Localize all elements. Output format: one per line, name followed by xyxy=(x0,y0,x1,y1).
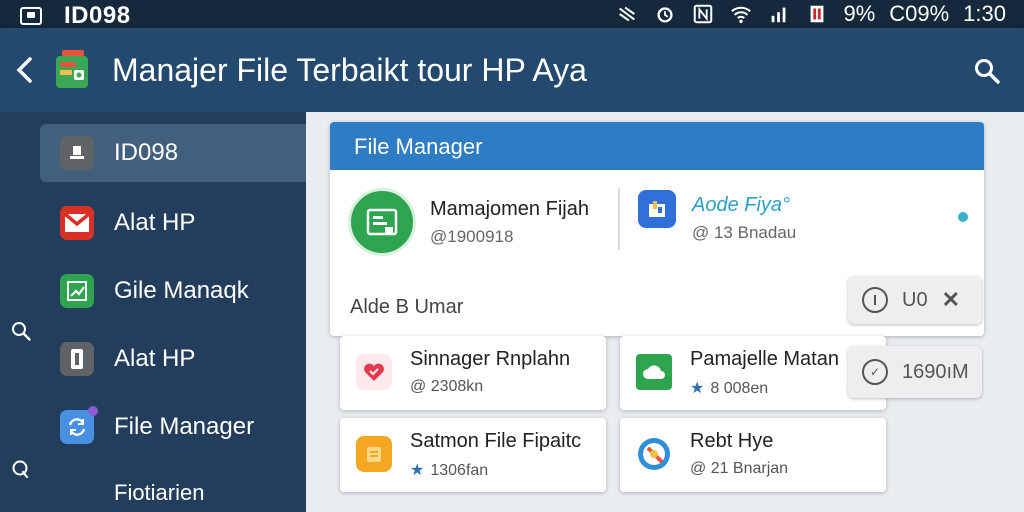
sidebar-item-file-manager[interactable]: Gile Manaqk xyxy=(40,262,306,320)
main-content: File Manager Mamajomen Fijah @1900918 Ao… xyxy=(306,112,1024,512)
entry-title: Aode Fiya° xyxy=(692,194,791,216)
more-dot-icon[interactable] xyxy=(958,212,968,222)
chip-timer[interactable]: ✓ 1690ıM xyxy=(848,346,982,398)
tile-item[interactable]: Rebt Hye @ 21 Bnarjan xyxy=(620,418,886,492)
tile-subtitle: ★ 1306fan xyxy=(410,462,489,479)
tile-item[interactable]: Pamajelle Matan ★ 8 008en xyxy=(620,336,886,410)
compass-icon xyxy=(636,436,672,472)
tile-subtitle: @ 21 Bnarjan xyxy=(690,460,789,477)
signal-icon xyxy=(767,3,791,25)
entry-subtitle: @ 13 Bnadau xyxy=(692,223,797,242)
battery-percent-secondary: C09% xyxy=(889,1,950,26)
status-title: ID098 xyxy=(64,2,131,29)
archive-icon xyxy=(60,136,94,170)
close-icon[interactable]: ✕ xyxy=(942,287,960,313)
status-bar: ID098 9% C09% 1:30 xyxy=(0,0,1024,29)
entry-secondary[interactable]: Aode Fiya° @ 13 Bnadau xyxy=(638,189,797,243)
card-header: File Manager xyxy=(330,122,984,170)
search-icon[interactable] xyxy=(8,318,34,344)
sidebar: ID098 Alat HP Gile Manaqk Alat HP File M… xyxy=(0,112,306,512)
info-icon xyxy=(60,342,94,376)
alarm-icon xyxy=(653,3,677,25)
sidebar-item-label: Alat HP xyxy=(114,209,196,236)
image-icon xyxy=(20,7,42,25)
mail-icon xyxy=(60,206,94,240)
search-icon[interactable] xyxy=(8,456,34,482)
entry-primary[interactable]: Mamajomen Fijah @1900918 xyxy=(348,188,589,256)
tile-subtitle: @ 2308kn xyxy=(410,378,484,395)
sidebar-item-partial[interactable]: Fiotiarien xyxy=(40,480,306,512)
tile-title: Sinnager Rnplahn xyxy=(410,348,571,370)
wifi-icon xyxy=(729,3,753,25)
chevron-left-icon xyxy=(16,57,32,83)
battery-icon xyxy=(805,3,829,25)
folder-icon xyxy=(356,436,392,472)
sidebar-item-alat-hp[interactable]: Alat HP xyxy=(40,194,306,252)
folder-manager-icon xyxy=(348,188,416,256)
app-logo-icon xyxy=(52,48,92,92)
star-icon: ★ xyxy=(690,380,705,397)
heart-icon xyxy=(356,354,392,390)
tile-item[interactable]: Satmon File Fipaitc ★ 1306fan xyxy=(340,418,606,492)
sidebar-item-alat-hp-2[interactable]: Alat HP xyxy=(40,330,306,388)
chip-label: 1690ıM xyxy=(902,360,969,383)
search-button[interactable] xyxy=(970,54,1004,88)
page-title: Manajer File Terbaikt tour HP Aya xyxy=(112,52,587,88)
chip-label: U0 xyxy=(902,288,928,311)
tile-item[interactable]: Sinnager Rnplahn @ 2308kn xyxy=(340,336,606,410)
entry-subtitle: @1900918 xyxy=(430,226,514,246)
star-icon: ★ xyxy=(410,462,425,479)
vibrate-icon xyxy=(615,3,639,25)
tile-title: Rebt Hye xyxy=(690,430,774,452)
file-manager-card: File Manager Mamajomen Fijah @1900918 Ao… xyxy=(330,122,984,336)
clock-icon: ✓ xyxy=(862,359,888,385)
back-button[interactable] xyxy=(8,52,42,88)
power-icon xyxy=(862,287,888,313)
entry-title: Mamajomen Fijah xyxy=(430,197,589,220)
tile-title: Pamajelle Matan xyxy=(690,348,839,370)
tile-title: Satmon File Fipaitc xyxy=(410,430,582,452)
chart-icon xyxy=(60,274,94,308)
divider xyxy=(618,188,620,250)
app-icon xyxy=(638,189,676,228)
sidebar-item-id098[interactable]: ID098 xyxy=(40,124,306,182)
tile-subtitle: ★ 8 008en xyxy=(690,380,769,397)
sync-icon xyxy=(60,406,98,444)
sidebar-item-label: Fiotiarien xyxy=(114,480,205,505)
sidebar-item-label: File Manager xyxy=(114,413,255,440)
sidebar-item-label: ID098 xyxy=(114,139,179,166)
sidebar-item-label: Alat HP xyxy=(114,345,196,372)
app-bar: Manajer File Terbaikt tour HP Aya xyxy=(0,28,1024,112)
battery-percent: 9% xyxy=(843,1,876,26)
sidebar-item-label: Gile Manaqk xyxy=(114,277,249,304)
sidebar-item-file-manager-2[interactable]: File Manager xyxy=(40,398,306,456)
search-icon xyxy=(975,59,1000,84)
cloud-icon xyxy=(636,354,672,390)
clock: 1:30 xyxy=(963,1,1006,26)
nfc-icon xyxy=(691,3,715,25)
chip-action[interactable]: U0 ✕ xyxy=(848,276,982,324)
